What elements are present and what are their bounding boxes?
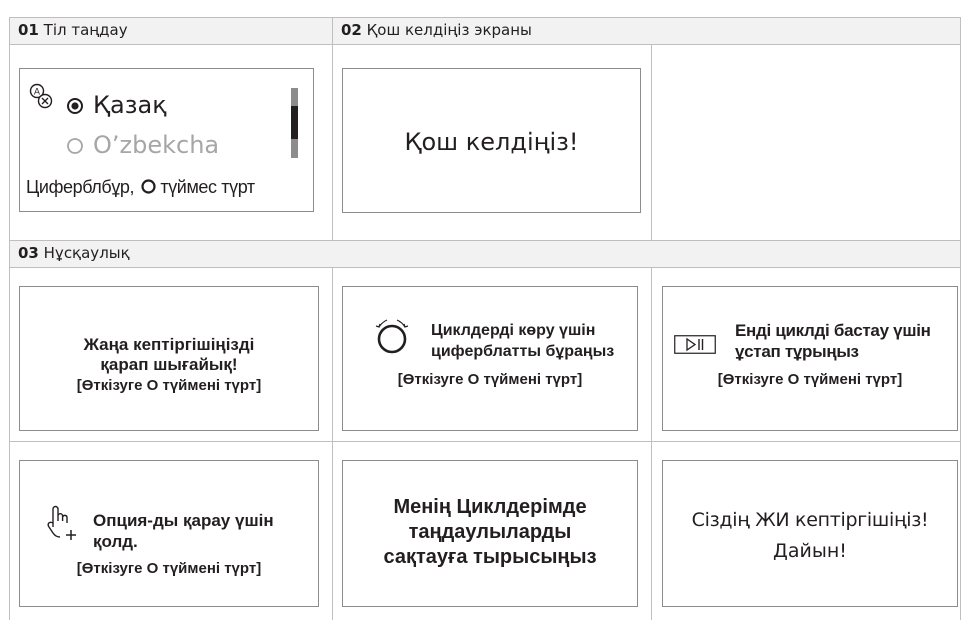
guide-6-line-1: Сіздің ЖИ кептіргішіңіз! xyxy=(691,509,929,531)
guide-6-line-2: Дайын! xyxy=(773,540,847,562)
guide-screen-5: Менің Циклдерімде таңдаулыларды сақтауға… xyxy=(342,460,638,607)
section-03-title: Нұсқаулық xyxy=(43,244,130,262)
welcome-screen: Қош келдіңіз! xyxy=(342,68,641,213)
play-pause-icon xyxy=(674,335,716,354)
guide-3-line-1: Енді циклді бастау үшін xyxy=(735,321,931,340)
button-o-icon xyxy=(141,179,156,194)
guide-3-line-3: [Өткізуге О түймені түрт] xyxy=(717,371,903,388)
grid-line-header3 xyxy=(9,267,960,268)
section-03-header-bg xyxy=(9,240,960,267)
grid-line-col2-bottom xyxy=(651,267,652,620)
guide-screen-1: Жаңа кептіргішіңізді қарап шығайық! [Өтк… xyxy=(19,286,319,431)
language-screen: A Қазақ O’zbekcha Циферблбұр, түймес түр… xyxy=(19,68,314,212)
language-icon: A xyxy=(29,83,53,109)
section-02-heading: 02 Қош келдіңіз экраны xyxy=(341,22,532,39)
grid-line-col1-top xyxy=(332,17,333,240)
hand-press-hold-icon xyxy=(47,505,76,540)
grid-line-col1-bottom xyxy=(332,267,333,620)
grid-line-top xyxy=(9,17,960,18)
language-option-unselected[interactable]: O’zbekcha xyxy=(93,130,219,160)
radio-unselected-icon xyxy=(67,138,83,154)
guide-4-line-3: [Өткізуге О түймені түрт] xyxy=(76,560,262,577)
guide-2-line-1: Циклдерді көру үшін xyxy=(431,322,596,339)
guide-4-line-1: Опция-ды қарау үшін xyxy=(93,511,274,530)
grid-line-right xyxy=(960,17,961,620)
section-03-heading: 03 Нұсқаулық xyxy=(18,245,130,262)
guide-3-line-2: ұстап тұрыңыз xyxy=(735,342,859,361)
guide-1-line-1: Жаңа кептіргішіңізді xyxy=(83,335,255,354)
guide-1-line-2: қарап шығайық! xyxy=(100,355,238,374)
grid-line-mid xyxy=(9,240,960,241)
section-02-number: 02 xyxy=(341,21,362,39)
guide-2-line-2: циферблатты бұраңыз xyxy=(431,343,615,360)
radio-selected-icon xyxy=(67,98,83,114)
guide-5-line-2: таңдаулыларды xyxy=(408,521,572,543)
guide-screen-6: Сіздің ЖИ кептіргішіңіз! Дайын! xyxy=(662,460,958,607)
section-01-number: 01 xyxy=(18,21,39,39)
grid-line-col2-top xyxy=(651,44,652,240)
language-hint-suffix: түймес түрт xyxy=(160,177,255,197)
section-01-title: Тіл таңдау xyxy=(43,21,128,39)
section-03-number: 03 xyxy=(18,244,39,262)
grid-line-row xyxy=(9,441,960,442)
grid-line-header1 xyxy=(9,44,960,45)
language-option-selected[interactable]: Қазақ xyxy=(93,90,167,120)
welcome-text: Қош келдіңіз! xyxy=(404,128,579,156)
section-02-title: Қош келдіңіз экраны xyxy=(366,21,532,39)
guide-screen-2: Циклдерді көру үшін циферблатты бұраңыз … xyxy=(342,286,638,431)
guide-screen-4: Опция-ды қарау үшін қолд. [Өткізуге О тү… xyxy=(19,460,319,607)
guide-4-line-2: қолд. xyxy=(93,532,138,551)
language-hint: Циферблбұр, түймес түрт xyxy=(26,175,255,199)
guide-5-line-1: Менің Циклдерімде xyxy=(393,496,587,518)
dial-rotate-icon xyxy=(375,319,409,354)
guide-5-line-3: сақтауға тырысыңыз xyxy=(383,546,597,568)
guide-screen-3: Енді циклді бастау үшін ұстап тұрыңыз [Ө… xyxy=(662,286,958,431)
guide-1-line-3: [Өткізуге О түймені түрт] xyxy=(76,377,262,394)
scrollbar-thumb[interactable] xyxy=(291,106,298,139)
language-hint-prefix: Циферблбұр, xyxy=(26,177,135,197)
grid-line-left xyxy=(9,17,10,620)
guide-2-line-3: [Өткізуге О түймені түрт] xyxy=(397,371,583,388)
section-01-heading: 01 Тіл таңдау xyxy=(18,22,128,39)
